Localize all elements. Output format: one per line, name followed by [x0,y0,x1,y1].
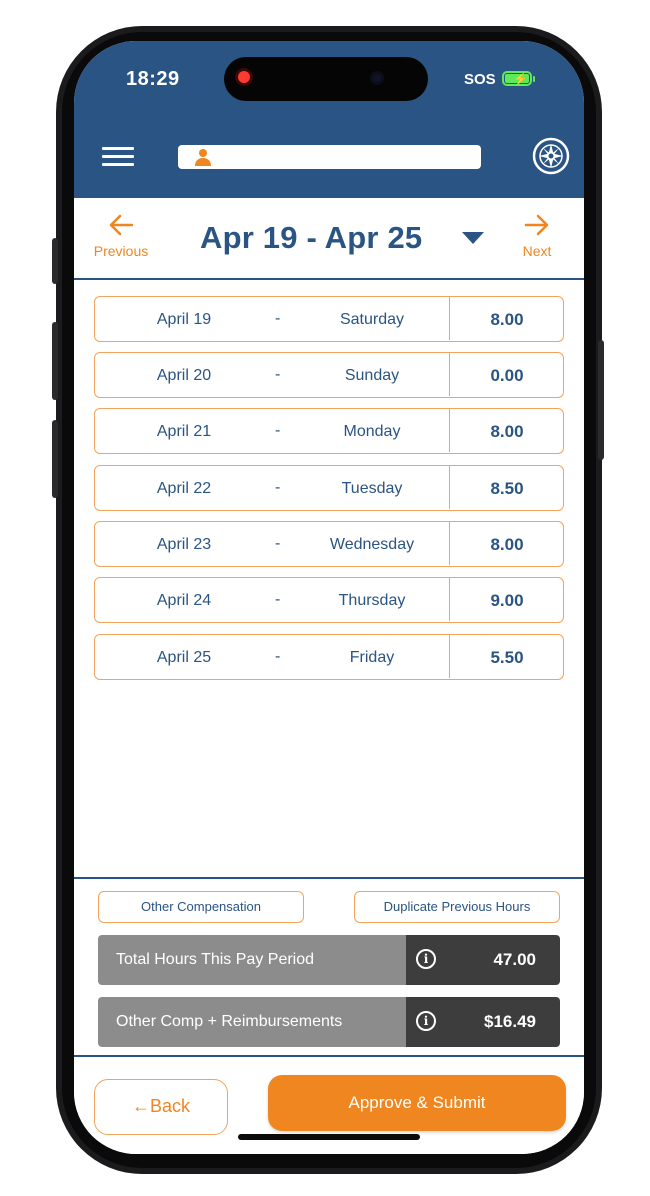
day-hours-cell[interactable]: 5.50 [449,635,564,678]
day-separator: - [275,648,281,665]
next-label: Next [522,243,552,259]
day-weekday: Sunday [344,367,400,384]
day-weekday: Wednesday [329,536,415,553]
next-button[interactable]: Next [502,214,572,259]
volume-down-button [52,420,58,498]
day-row-april-21[interactable]: April 21 - Monday 8.00 [94,408,564,454]
day-hours: 0.00 [490,366,524,385]
day-separator: - [275,535,281,552]
back-button[interactable]: ←Back [94,1079,228,1135]
day-weekday: Saturday [339,311,405,328]
caret-down-icon[interactable] [462,232,484,244]
dynamic-island [224,57,428,101]
day-separator: - [275,310,281,327]
app-screen: 18:29 SOS ⚡ Previous Apr 19 - Apr 25 Nex… [74,41,584,1154]
info-icon[interactable]: i [416,1011,436,1031]
day-hours-cell[interactable]: 8.00 [449,297,564,340]
recording-indicator-icon [238,71,250,83]
day-date: April 25 [156,649,212,666]
day-row-april-23[interactable]: April 23 - Wednesday 8.00 [94,521,564,567]
power-button [598,340,604,460]
other-comp-value-box: i $16.49 [406,997,560,1047]
action-button [52,238,58,284]
total-hours-summary: Total Hours This Pay Period i 47.00 [98,935,560,985]
day-hours: 8.50 [490,479,524,498]
summary-panel: Other Compensation Duplicate Previous Ho… [74,877,584,1059]
day-separator: - [275,479,281,496]
day-weekday: Tuesday [341,480,403,497]
approve-submit-button[interactable]: Approve & Submit [268,1075,566,1131]
day-date: April 24 [156,592,212,609]
day-hours-cell[interactable]: 9.00 [449,578,564,621]
app-header: 18:29 SOS ⚡ [74,41,584,198]
arrow-right-icon [524,214,549,236]
day-hours-cell[interactable]: 8.00 [449,522,564,565]
day-weekday: Friday [349,649,395,666]
day-hours: 9.00 [490,591,524,610]
user-name-field[interactable] [178,145,481,169]
previous-button[interactable]: Previous [86,214,156,259]
total-hours-value: 47.00 [493,950,536,969]
status-carrier: SOS [464,71,496,88]
day-hours: 5.50 [490,648,524,667]
hamburger-menu-icon[interactable] [102,147,134,167]
period-navigation: Previous Apr 19 - Apr 25 Next [74,198,584,280]
day-hours: 8.00 [490,535,524,554]
day-row-april-25[interactable]: April 25 - Friday 5.50 [94,634,564,680]
day-date: April 20 [156,367,212,384]
day-row-april-22[interactable]: April 22 - Tuesday 8.50 [94,465,564,511]
volume-up-button [52,322,58,400]
day-weekday: Monday [343,423,401,440]
total-hours-value-box: i 47.00 [406,935,560,985]
info-icon[interactable]: i [416,949,436,969]
day-hours-cell[interactable]: 8.50 [449,466,564,509]
other-compensation-button[interactable]: Other Compensation [98,891,304,923]
arrow-left-icon [109,214,134,236]
day-hours-cell[interactable]: 8.00 [449,409,564,452]
other-comp-value: $16.49 [484,1012,536,1031]
period-title[interactable]: Apr 19 - Apr 25 [200,220,422,256]
back-label: Back [149,1096,191,1116]
other-comp-label: Other Comp + Reimbursements [98,997,406,1047]
day-date: April 21 [156,423,212,440]
day-date: April 23 [156,536,212,553]
day-row-april-19[interactable]: April 19 - Saturday 8.00 [94,296,564,342]
battery-charging-icon: ⚡ [502,71,535,86]
person-icon [195,149,211,166]
arrow-left-icon: ← [131,1096,150,1116]
day-date: April 19 [156,311,212,328]
front-camera-icon [370,71,384,85]
home-indicator[interactable] [238,1134,420,1140]
day-hours: 8.00 [490,310,524,329]
day-hours-cell[interactable]: 0.00 [449,353,564,396]
day-row-april-20[interactable]: April 20 - Sunday 0.00 [94,352,564,398]
day-date: April 22 [156,480,212,497]
day-separator: - [275,422,281,439]
day-separator: - [275,591,281,608]
status-time: 18:29 [126,68,180,90]
duplicate-previous-hours-button[interactable]: Duplicate Previous Hours [354,891,560,923]
day-hours: 8.00 [490,422,524,441]
previous-label: Previous [93,243,149,259]
day-separator: - [275,366,281,383]
day-weekday: Thursday [338,592,406,609]
other-comp-summary: Other Comp + Reimbursements i $16.49 [98,997,560,1047]
compass-icon[interactable] [532,137,570,175]
day-row-april-24[interactable]: April 24 - Thursday 9.00 [94,577,564,623]
total-hours-label: Total Hours This Pay Period [98,935,406,985]
